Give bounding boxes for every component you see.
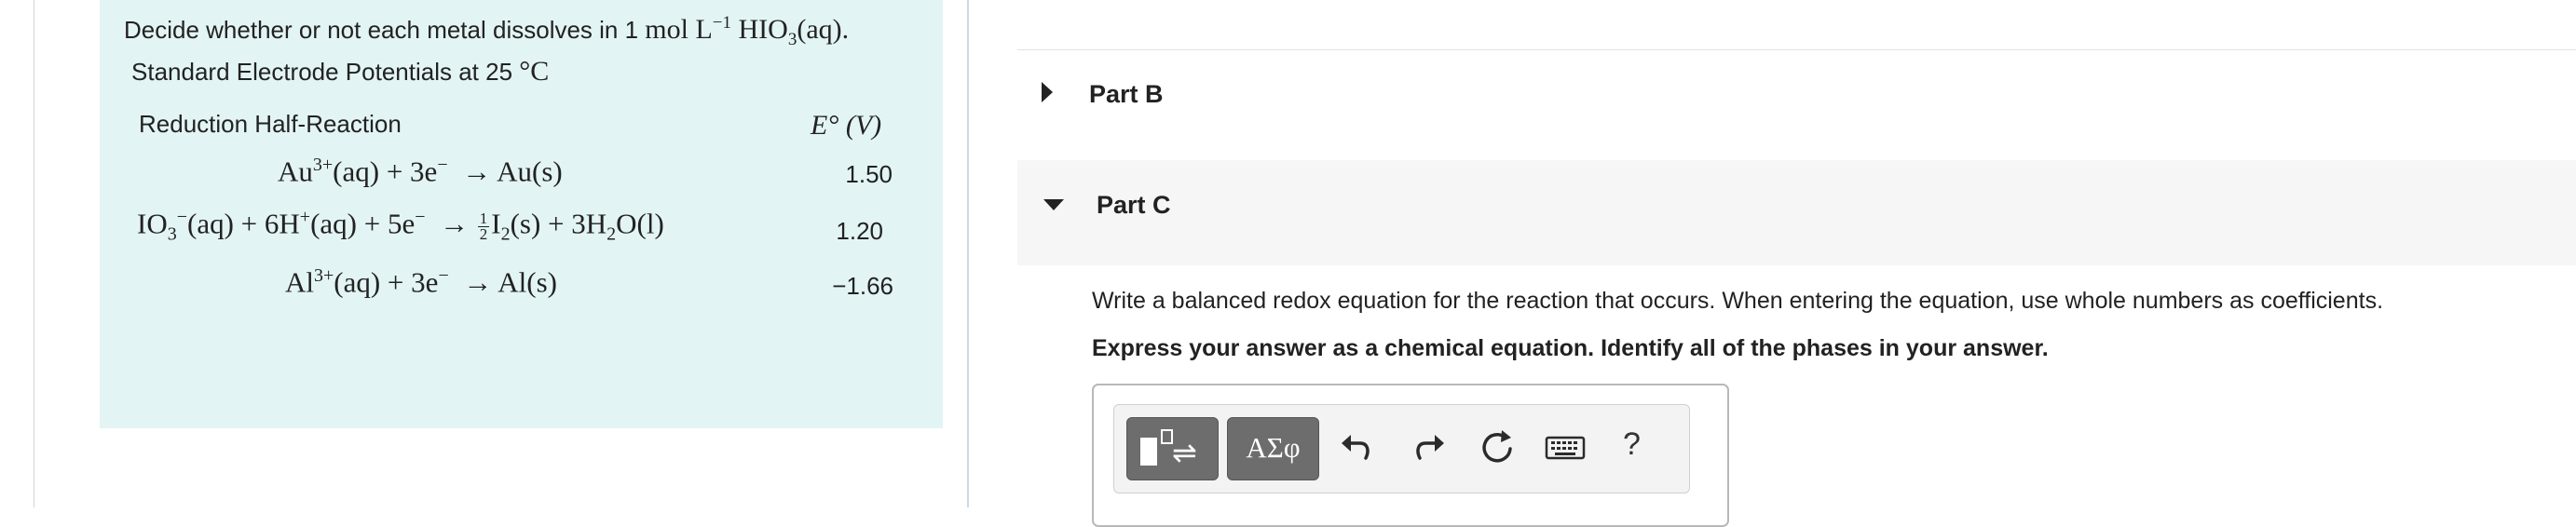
part-b-header[interactable] (1017, 50, 2576, 160)
help-button[interactable]: ? (1623, 426, 1641, 463)
templates-icon (1140, 438, 1157, 466)
column-divider (967, 0, 969, 507)
potential-iodate: 1.20 (836, 217, 883, 245)
part-c-header[interactable] (1017, 160, 2576, 265)
templates-button[interactable]: ⇌ (1126, 417, 1219, 480)
part-c-instruction: Write a balanced redox equation for the … (1092, 288, 2384, 314)
undo-icon[interactable] (1334, 425, 1381, 471)
potential-aluminum: −1.66 (832, 272, 893, 300)
reset-icon[interactable] (1474, 425, 1520, 471)
triangle-right-icon[interactable] (1042, 82, 1053, 102)
equilibrium-arrow-icon: ⇌ (1172, 436, 1197, 469)
part-c-label[interactable]: Part C (1097, 191, 1171, 220)
column-header-potential: E° (V) (811, 110, 882, 141)
part-b-label[interactable]: Part B (1089, 80, 1164, 109)
keyboard-icon[interactable] (1544, 425, 1587, 471)
part-c-answer-format: Express your answer as a chemical equati… (1092, 335, 2049, 361)
question-text: Decide whether or not each metal dissolv… (124, 13, 850, 49)
symbols-button[interactable]: ΑΣφ (1227, 417, 1319, 480)
potential-gold: 1.50 (845, 160, 893, 188)
reaction-iodate: IO3−(aq) + 6H+(aq) + 5e− → 1 2 I2(s) + 3H2… (137, 207, 664, 245)
redo-icon[interactable] (1405, 425, 1452, 471)
reaction-aluminum: Al3+(aq) + 3e− → Al(s) (285, 265, 557, 299)
column-header-reaction: Reduction Half-Reaction (139, 110, 402, 138)
triangle-down-icon[interactable] (1043, 199, 1064, 210)
table-title: Standard Electrode Potentials at 25 °C (131, 56, 550, 87)
reaction-gold: Au3+(aq) + 3e− → Au(s) (278, 155, 563, 188)
